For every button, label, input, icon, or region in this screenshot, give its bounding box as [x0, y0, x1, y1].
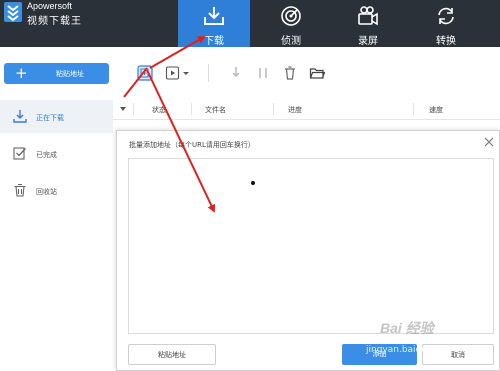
- annotation-overlay: [123, 36, 216, 213]
- watermark-url: jingyan.baidu.com: [366, 345, 450, 355]
- annotation-line-short: [123, 67, 148, 98]
- watermark: Bai 经验: [380, 320, 434, 336]
- annotation-arrow-to-textarea: [146, 69, 216, 213]
- annotation-arrow-to-tab: [149, 36, 206, 69]
